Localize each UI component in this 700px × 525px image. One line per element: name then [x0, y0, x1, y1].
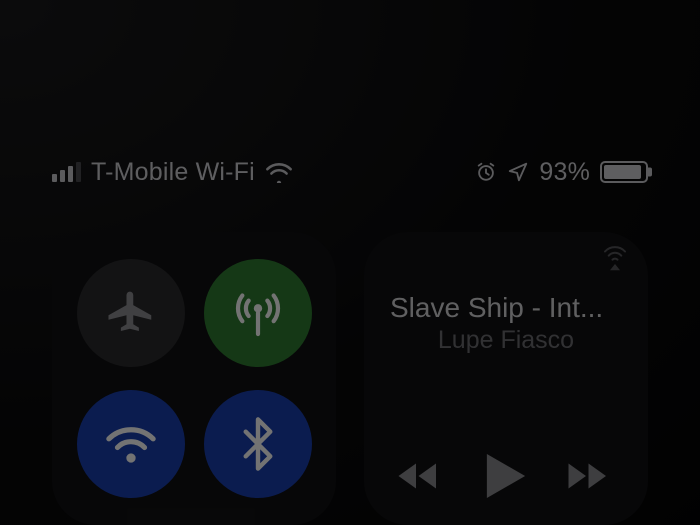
media-track-title: Slave Ship - Int... — [390, 292, 622, 324]
battery-fill — [604, 165, 641, 179]
status-left: T-Mobile Wi-Fi — [52, 158, 293, 187]
control-tiles-row: Slave Ship - Int... Lupe Fiasco — [52, 232, 648, 525]
wifi-toggle[interactable] — [77, 390, 185, 498]
play-button[interactable] — [483, 451, 529, 501]
next-track-button[interactable] — [566, 459, 616, 493]
play-icon — [483, 451, 529, 501]
media-playback-tile[interactable]: Slave Ship - Int... Lupe Fiasco — [364, 232, 648, 525]
cellular-data-toggle[interactable] — [204, 259, 312, 367]
wifi-status-icon — [265, 161, 293, 183]
previous-track-icon — [396, 459, 446, 493]
bluetooth-icon — [241, 417, 275, 471]
airplane-mode-toggle[interactable] — [77, 259, 185, 367]
cellular-signal-icon — [52, 162, 81, 182]
battery-icon — [600, 161, 648, 183]
media-artist-label: Lupe Fiasco — [390, 326, 622, 355]
carrier-label: T-Mobile Wi-Fi — [91, 158, 255, 187]
location-arrow-icon — [507, 161, 529, 183]
bluetooth-toggle[interactable] — [204, 390, 312, 498]
airplane-icon — [104, 286, 158, 340]
battery-percent-label: 93% — [539, 158, 590, 187]
airplay-icon[interactable] — [600, 246, 630, 277]
alarm-icon — [475, 161, 497, 183]
media-transport-controls — [390, 451, 622, 501]
status-right: 93% — [475, 158, 648, 187]
connectivity-tile[interactable] — [52, 232, 336, 525]
wifi-icon — [103, 422, 159, 466]
next-track-icon — [566, 459, 616, 493]
previous-track-button[interactable] — [396, 459, 446, 493]
cellular-antenna-icon — [230, 285, 286, 341]
control-center-screen: T-Mobile Wi-Fi — [0, 0, 700, 525]
status-bar: T-Mobile Wi-Fi — [0, 156, 700, 188]
